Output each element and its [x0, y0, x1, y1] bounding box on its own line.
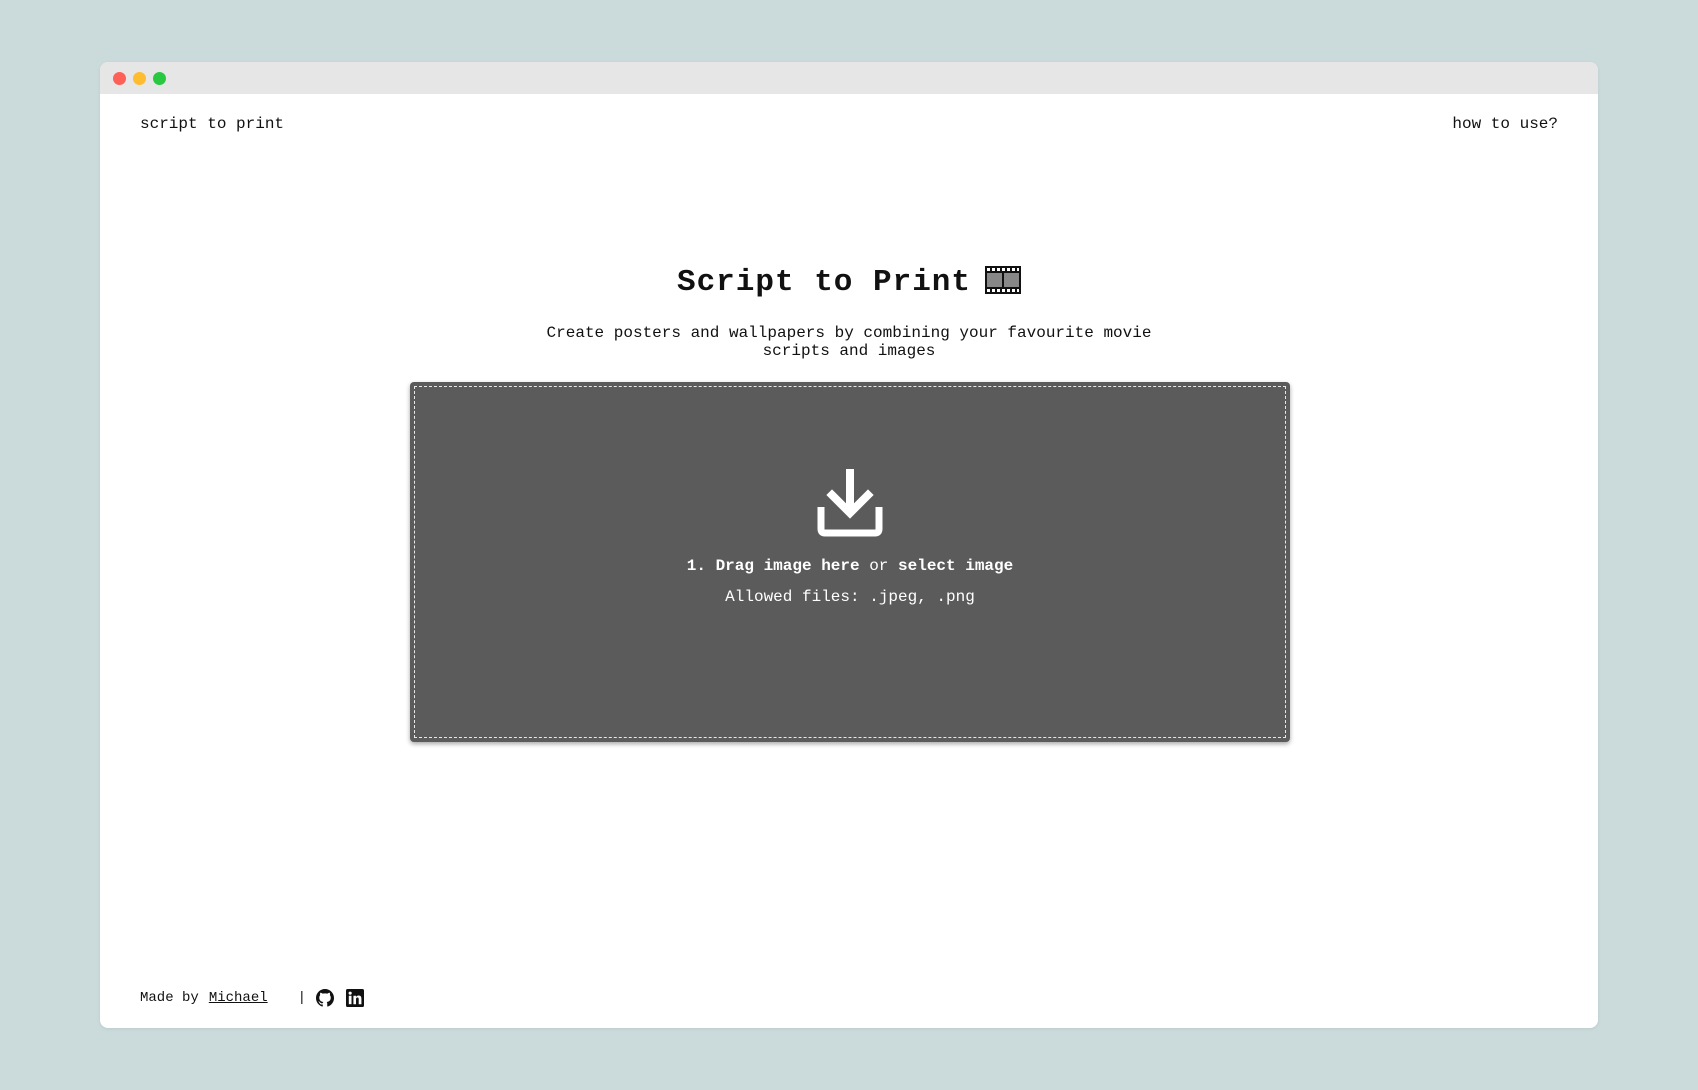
browser-window: script to print how to use? Script to Pr… [100, 62, 1598, 1028]
image-dropzone[interactable]: 1. Drag image here or select image Allow… [410, 382, 1290, 742]
window-titlebar [100, 62, 1598, 94]
download-tray-icon [817, 469, 883, 542]
subtitle-line-1: Create posters and wallpapers by combini… [546, 324, 1152, 342]
linkedin-icon[interactable] [346, 989, 365, 1007]
footer-separator: | [297, 990, 307, 1006]
page-title-text: Script to Print [676, 265, 972, 300]
how-to-use-link[interactable]: how to use? [1452, 115, 1558, 133]
made-by-text: Made by [140, 990, 199, 1006]
maximize-window-button[interactable] [153, 72, 166, 85]
footer: Made by Michael | [140, 989, 376, 1007]
close-window-button[interactable] [113, 72, 126, 85]
minimize-window-button[interactable] [133, 72, 146, 85]
drop-instruction: 1. Drag image here or select image [410, 557, 1290, 575]
subtitle-line-2: scripts and images [762, 342, 936, 360]
page-subtitle: Create posters and wallpapers by combini… [100, 324, 1598, 360]
page-title: Script to Print [100, 263, 1598, 307]
github-icon[interactable] [316, 989, 335, 1007]
brand-link[interactable]: script to print [140, 115, 284, 133]
author-link[interactable]: Michael [209, 990, 268, 1006]
allowed-files-text: Allowed files: .jpeg, .png [725, 588, 975, 606]
film-frames-icon [985, 266, 1022, 307]
select-image-link[interactable]: select image [898, 557, 1013, 575]
drag-image-text: 1. Drag image here [686, 557, 860, 575]
or-text: or [869, 557, 889, 575]
